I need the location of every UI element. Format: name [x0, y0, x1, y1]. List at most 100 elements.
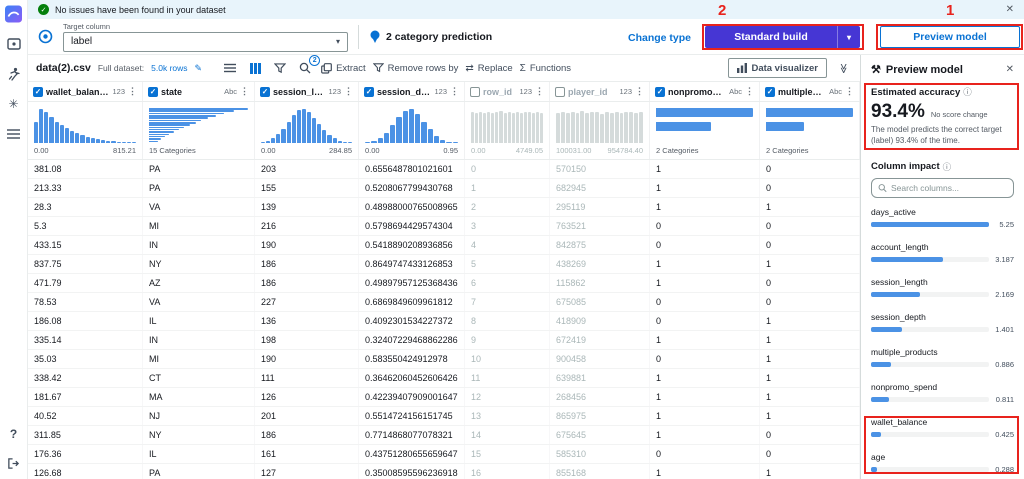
impact-item[interactable]: days_active 5.25	[871, 207, 1014, 229]
table-cell[interactable]: 418909	[550, 312, 650, 330]
genai-icon[interactable]: ✳	[5, 95, 22, 112]
table-row[interactable]: 176.36 IL 161 0.43751280655659647 15 585310 0 0	[28, 445, 860, 464]
column-menu-icon[interactable]: ⋮	[128, 86, 137, 97]
table-cell[interactable]: 2	[465, 198, 550, 216]
table-cell[interactable]: 0	[760, 426, 860, 444]
table-cell[interactable]: 672419	[550, 331, 650, 349]
table-cell[interactable]: 0.42239407909001647	[359, 388, 465, 406]
table-cell[interactable]: 16	[465, 464, 550, 479]
column-checkbox[interactable]	[655, 86, 665, 97]
table-cell[interactable]: AZ	[143, 274, 255, 292]
table-cell[interactable]: 585310	[550, 445, 650, 463]
table-cell[interactable]: 1	[465, 179, 550, 197]
table-cell[interactable]: 0.6556487801021601	[359, 160, 465, 178]
table-row[interactable]: 5.3 MI 216 0.5798694429574304 3 763521 0 0	[28, 217, 860, 236]
table-cell[interactable]: 0	[650, 350, 760, 368]
panel-close-icon[interactable]: ✕	[1006, 64, 1014, 75]
impact-item[interactable]: age 0.288	[871, 452, 1014, 474]
table-cell[interactable]: 0	[465, 160, 550, 178]
impact-item[interactable]: multiple_products 0.886	[871, 347, 1014, 369]
column-menu-icon[interactable]: ⋮	[535, 86, 544, 97]
table-cell[interactable]: 78.53	[28, 293, 143, 311]
table-cell[interactable]: 190	[255, 350, 359, 368]
table-cell[interactable]: 0.4092301534227372	[359, 312, 465, 330]
table-row[interactable]: 381.08 PA 203 0.6556487801021601 0 570150 1 0	[28, 160, 860, 179]
table-cell[interactable]: 1	[760, 388, 860, 406]
impact-info-icon[interactable]: ⓘ	[943, 161, 952, 173]
table-cell[interactable]: 40.52	[28, 407, 143, 425]
table-cell[interactable]: 763521	[550, 217, 650, 235]
table-cell[interactable]: 0	[760, 445, 860, 463]
table-cell[interactable]: 1	[650, 179, 760, 197]
table-cell[interactable]: 186	[255, 426, 359, 444]
table-cell[interactable]: 855168	[550, 464, 650, 479]
table-cell[interactable]: 1	[760, 407, 860, 425]
table-cell[interactable]: 10	[465, 350, 550, 368]
column-menu-icon[interactable]: ⋮	[635, 86, 644, 97]
table-cell[interactable]: 190	[255, 236, 359, 254]
table-cell[interactable]: NY	[143, 255, 255, 273]
signout-icon[interactable]	[5, 455, 22, 472]
table-cell[interactable]: 0.5418890208936856	[359, 236, 465, 254]
table-row[interactable]: 837.75 NY 186 0.8649747433126853 5 438269 1 1	[28, 255, 860, 274]
table-cell[interactable]: 675085	[550, 293, 650, 311]
table-cell[interactable]: 675645	[550, 426, 650, 444]
edit-sample-icon[interactable]: ✎	[195, 63, 203, 74]
table-row[interactable]: 28.3 VA 139 0.48988000765008965 2 295119 1 1	[28, 198, 860, 217]
table-cell[interactable]: 6	[465, 274, 550, 292]
search-icon[interactable]: 2	[296, 55, 321, 77]
datasets-icon[interactable]	[5, 125, 22, 142]
table-cell[interactable]: 438269	[550, 255, 650, 273]
collapse-panel-icon[interactable]: ≫	[834, 59, 852, 77]
column-checkbox[interactable]	[148, 86, 158, 97]
table-row[interactable]: 213.33 PA 155 0.5208067799430768 1 682945 1 0	[28, 179, 860, 198]
column-header[interactable]: session_length123⋮	[255, 82, 359, 101]
table-cell[interactable]: 213.33	[28, 179, 143, 197]
column-header[interactable]: player_id 123 ⋮	[550, 82, 650, 101]
column-checkbox[interactable]	[260, 86, 270, 97]
table-cell[interactable]: 13	[465, 407, 550, 425]
grid-view-icon[interactable]	[246, 59, 264, 77]
table-cell[interactable]: 126.68	[28, 464, 143, 479]
help-icon[interactable]: ?	[5, 425, 22, 442]
table-row[interactable]: 433.15 IN 190 0.5418890208936856 4 842875 0 0	[28, 236, 860, 255]
column-menu-icon[interactable]: ⋮	[344, 86, 353, 97]
table-cell[interactable]: 268456	[550, 388, 650, 406]
table-cell[interactable]: 216	[255, 217, 359, 235]
table-cell[interactable]: MI	[143, 350, 255, 368]
table-row[interactable]: 40.52 NJ 201 0.5514724156151745 13 865975 1 1	[28, 407, 860, 426]
table-cell[interactable]: 900458	[550, 350, 650, 368]
table-row[interactable]: 471.79 AZ 186 0.49897957125368436 6 115862 1 0	[28, 274, 860, 293]
table-cell[interactable]: IN	[143, 236, 255, 254]
column-checkbox[interactable]	[33, 86, 43, 97]
table-cell[interactable]: 1	[650, 198, 760, 216]
table-cell[interactable]: 1	[650, 388, 760, 406]
table-cell[interactable]: 11	[465, 369, 550, 387]
table-cell[interactable]: 8	[465, 312, 550, 330]
table-cell[interactable]: 161	[255, 445, 359, 463]
column-menu-icon[interactable]: ⋮	[240, 86, 249, 97]
table-cell[interactable]: 9	[465, 331, 550, 349]
table-cell[interactable]: 14	[465, 426, 550, 444]
table-cell[interactable]: 0	[760, 293, 860, 311]
table-cell[interactable]: 865975	[550, 407, 650, 425]
table-cell[interactable]: 35.03	[28, 350, 143, 368]
table-cell[interactable]: 201	[255, 407, 359, 425]
models-icon[interactable]	[5, 35, 22, 52]
table-cell[interactable]: 1	[650, 160, 760, 178]
table-cell[interactable]: 181.67	[28, 388, 143, 406]
target-column-select[interactable]: label ▾	[63, 31, 348, 52]
table-cell[interactable]: 0	[650, 445, 760, 463]
table-cell[interactable]: 0.48988000765008965	[359, 198, 465, 216]
table-cell[interactable]: 311.85	[28, 426, 143, 444]
table-cell[interactable]: 1	[760, 198, 860, 216]
table-cell[interactable]: 186	[255, 274, 359, 292]
column-header[interactable]: row_id 123 ⋮	[465, 82, 550, 101]
column-header[interactable]: multiple_productsAbc⋮	[760, 82, 860, 101]
banner-close-icon[interactable]: ✕	[1006, 4, 1014, 15]
table-row[interactable]: 335.14 IN 198 0.32407229468862286 9 672419 1 1	[28, 331, 860, 350]
column-header[interactable]: state Abc⋮	[143, 82, 255, 101]
table-cell[interactable]: MI	[143, 217, 255, 235]
filter-icon[interactable]	[271, 59, 289, 77]
table-cell[interactable]: 198	[255, 331, 359, 349]
